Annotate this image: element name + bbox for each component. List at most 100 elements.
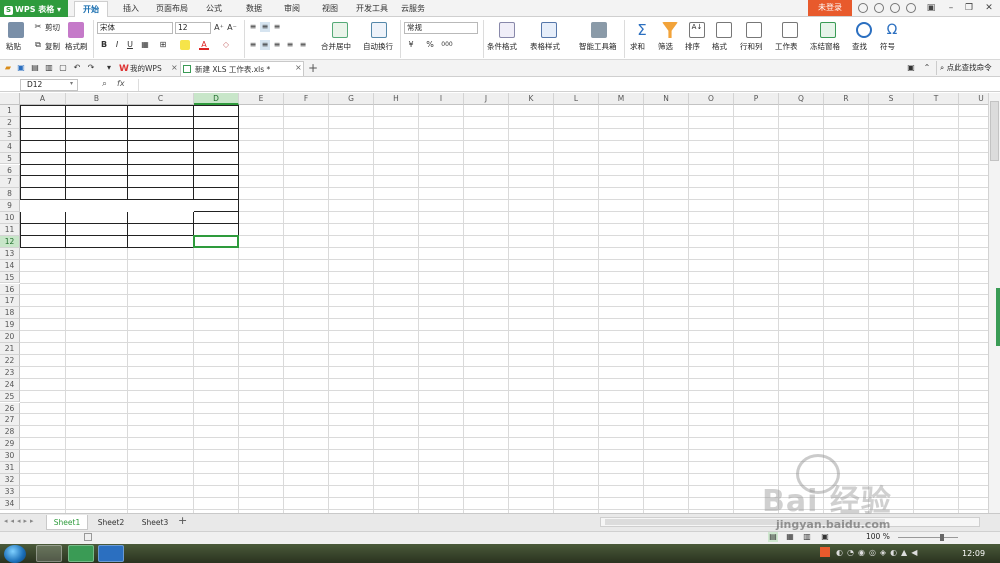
settings-icon[interactable] [906, 3, 916, 13]
table-data-cell[interactable] [66, 165, 128, 177]
feedback-icon[interactable] [874, 3, 884, 13]
table-data-cell[interactable] [194, 129, 239, 141]
row-header-31[interactable]: 31 [0, 462, 20, 474]
column-header-b[interactable]: B [66, 93, 128, 105]
table-data-cell[interactable] [66, 153, 128, 165]
row-header-12[interactable]: 12 [0, 235, 20, 248]
row-header-1[interactable]: 1 [0, 105, 20, 117]
format-button[interactable]: 格式 [712, 41, 727, 52]
skin-icon[interactable] [858, 3, 868, 13]
collapse-ribbon-icon[interactable]: ⌃ [922, 63, 932, 73]
table-header-cell[interactable] [128, 105, 194, 117]
customize-quick-access-icon[interactable]: ▾ [104, 63, 114, 73]
table-data-cell[interactable] [66, 176, 128, 188]
table-style-button[interactable]: 表格样式 [530, 41, 560, 52]
font-name-select[interactable]: 宋体 [97, 22, 173, 34]
row-header-11[interactable]: 11 [0, 224, 20, 236]
table-data-cell[interactable] [20, 153, 66, 165]
table-data-cell[interactable] [66, 188, 128, 200]
row-header-26[interactable]: 26 [0, 402, 20, 415]
row-header-3[interactable]: 3 [0, 128, 20, 141]
row-header-16[interactable]: 16 [0, 283, 20, 296]
align-bottom-icon[interactable]: ≡ [272, 22, 282, 32]
column-header-q[interactable]: Q [779, 93, 824, 105]
justify-icon[interactable]: ≡ [285, 40, 295, 50]
sort-icon[interactable]: A↓ [689, 22, 705, 38]
help-icon[interactable] [890, 3, 900, 13]
row-header-4[interactable]: 4 [0, 140, 20, 153]
column-header-i[interactable]: I [419, 93, 464, 105]
sum-icon[interactable]: Σ [634, 22, 650, 38]
percent-button[interactable]: % [425, 40, 435, 50]
column-header-d[interactable]: D [194, 93, 239, 105]
tab-view[interactable]: 视图 [314, 0, 346, 17]
sum-button[interactable]: 求和 [630, 41, 645, 52]
tab-data[interactable]: 数据 [238, 0, 270, 17]
align-middle-icon[interactable]: ≡ [260, 22, 270, 32]
column-header-f[interactable]: F [284, 93, 329, 105]
tab-home[interactable]: 开始 [74, 1, 108, 18]
row-header-19[interactable]: 19 [0, 319, 20, 332]
select-all-corner[interactable] [0, 93, 20, 105]
fill-color-icon[interactable] [180, 40, 190, 50]
format-icon[interactable] [716, 22, 732, 38]
table-data-cell[interactable] [128, 153, 194, 165]
tray-wps-icon[interactable] [820, 547, 830, 557]
row-header-6[interactable]: 6 [0, 164, 20, 177]
normal-view-icon[interactable]: ▤ [768, 532, 778, 542]
wrap-text-icon[interactable] [371, 22, 387, 38]
row-header-27[interactable]: 27 [0, 414, 20, 427]
font-color-button[interactable]: A [199, 40, 209, 50]
column-header-c[interactable]: C [128, 93, 194, 105]
filter-button[interactable]: 筛选 [658, 41, 673, 52]
table-data-cell[interactable] [128, 129, 194, 141]
table-header-cell[interactable] [20, 105, 66, 117]
currency-icon[interactable]: ¥ [406, 40, 416, 50]
total-label-cell[interactable] [20, 200, 194, 213]
row-header-34[interactable]: 34 [0, 497, 20, 510]
print-preview-icon[interactable]: ▢ [58, 63, 68, 73]
tab-page-layout[interactable]: 页面布局 [152, 0, 192, 17]
conditional-format-icon[interactable] [499, 22, 515, 38]
column-header-h[interactable]: H [374, 93, 419, 105]
smart-toolbox-icon[interactable] [591, 22, 607, 38]
table-data-cell[interactable] [194, 117, 239, 129]
table-data-cell[interactable] [194, 165, 239, 177]
close-tab-icon[interactable]: × [171, 63, 178, 72]
column-header-a[interactable]: A [20, 93, 66, 105]
tab-cloud-service[interactable]: 云服务 [396, 0, 430, 17]
close-tab-icon[interactable]: × [295, 63, 302, 72]
row-header-2[interactable]: 2 [0, 116, 20, 129]
table-data-cell[interactable] [128, 165, 194, 177]
row-header-9[interactable]: 9 [0, 200, 20, 213]
worksheet-icon[interactable] [782, 22, 798, 38]
tab-formulas[interactable]: 公式 [198, 0, 230, 17]
zoom-level[interactable]: 100 % [866, 532, 890, 541]
font-shrink-button[interactable]: A⁻ [227, 23, 237, 33]
row-header-32[interactable]: 32 [0, 473, 20, 486]
table-style-icon[interactable] [541, 22, 557, 38]
zoom-slider[interactable] [898, 537, 958, 538]
total-value-cell[interactable] [194, 200, 239, 212]
align-top-icon[interactable]: ≡ [248, 22, 258, 32]
table-data-cell[interactable] [66, 129, 128, 141]
column-header-g[interactable]: G [329, 93, 374, 105]
minimize-button[interactable]: – [944, 2, 958, 14]
column-header-e[interactable]: E [239, 93, 284, 105]
cut-icon[interactable]: ✂ [33, 22, 43, 32]
zoom-slider-thumb[interactable] [940, 534, 944, 541]
row-header-14[interactable]: 14 [0, 259, 20, 272]
zoom-formula-icon[interactable]: ⌕ [102, 79, 107, 89]
paste-button[interactable]: 粘贴 [6, 41, 21, 52]
comma-style-button[interactable]: 000 [440, 40, 454, 50]
wrap-text-button[interactable]: 自动换行 [363, 41, 393, 52]
format-painter-button[interactable]: 格式刷 [65, 41, 88, 52]
sheet-tab-sheet1[interactable]: Sheet1 [46, 515, 88, 530]
vertical-scroll-thumb[interactable] [990, 101, 999, 161]
taskbar-app-wps-spreadsheet-icon[interactable] [68, 545, 94, 562]
formula-input[interactable] [138, 79, 993, 91]
freeze-panes-icon[interactable] [820, 22, 836, 38]
start-button[interactable] [4, 545, 26, 563]
column-header-r[interactable]: R [824, 93, 869, 105]
bold-button[interactable]: B [99, 40, 109, 50]
